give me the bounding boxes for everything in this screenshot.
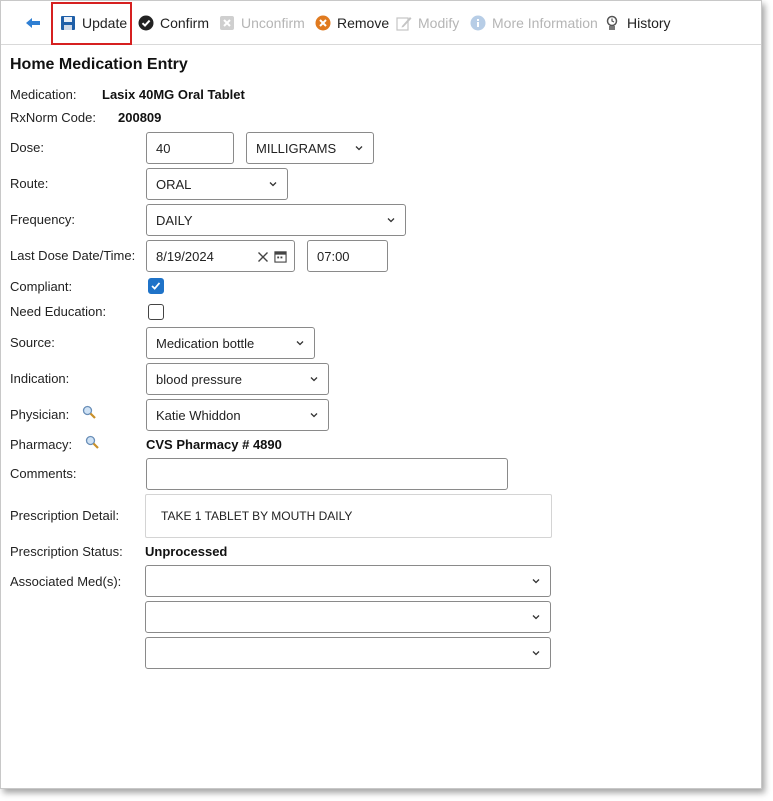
chevron-down-icon [310, 377, 318, 382]
calendar-icon[interactable] [274, 250, 287, 263]
chevron-down-icon [296, 341, 304, 346]
chevron-down-icon [269, 182, 277, 187]
chevron-down-icon [532, 579, 540, 584]
associated-med-select-2[interactable] [145, 601, 551, 633]
indication-value: blood pressure [156, 371, 242, 387]
back-arrow-icon [26, 18, 40, 28]
route-select[interactable]: ORAL [146, 168, 288, 200]
medication-label: Medication: [10, 87, 77, 102]
prescription-status-value: Unprocessed [145, 544, 228, 559]
checkmark-circle-icon [138, 15, 154, 31]
dose-input[interactable]: 40 [146, 132, 234, 164]
prescription-detail-label: Prescription Detail: [10, 508, 120, 523]
indication-label: Indication: [10, 371, 70, 386]
unconfirm-button[interactable]: Unconfirm [219, 1, 305, 45]
modify-button[interactable]: Modify [396, 1, 459, 45]
dose-value: 40 [156, 140, 171, 156]
comments-label: Comments: [10, 466, 77, 481]
frequency-value: DAILY [156, 212, 193, 228]
medication-value: Lasix 40MG Oral Tablet [102, 87, 245, 102]
need-education-checkbox[interactable] [148, 304, 164, 320]
last-dose-time-input[interactable]: 07:00 [307, 240, 388, 272]
physician-search-icon[interactable] [82, 405, 96, 419]
route-value: ORAL [156, 176, 192, 192]
source-label: Source: [10, 335, 55, 350]
chevron-down-icon [532, 651, 540, 656]
dose-label: Dose: [10, 140, 44, 155]
page-title: Home Medication Entry [10, 56, 188, 73]
compliant-checkbox[interactable] [148, 278, 164, 294]
compliant-label: Compliant: [10, 279, 73, 294]
modify-label: Modify [418, 15, 460, 31]
associated-med-select-3[interactable] [145, 637, 551, 669]
remove-label: Remove [337, 15, 390, 31]
unconfirm-label: Unconfirm [241, 15, 305, 31]
chevron-down-icon [532, 615, 540, 620]
last-dose-time-value: 07:00 [317, 248, 350, 264]
dose-unit-select[interactable]: MILLIGRAMS [246, 132, 374, 164]
toolbar: Update Confirm Unconfirm Remove Modify M… [1, 1, 761, 45]
checkmark-icon [151, 282, 161, 290]
prescription-detail-value: TAKE 1 TABLET BY MOUTH DAILY [161, 509, 353, 523]
need-education-label: Need Education: [10, 304, 107, 319]
physician-label: Physician: [10, 407, 70, 422]
history-label: History [627, 15, 671, 31]
physician-select[interactable]: Katie Whiddon [146, 399, 329, 431]
physician-value: Katie Whiddon [156, 407, 241, 423]
home-medication-window: Update Confirm Unconfirm Remove Modify M… [0, 0, 762, 789]
confirm-button[interactable]: Confirm [138, 1, 209, 45]
route-label: Route: [10, 176, 49, 191]
remove-x-circle-icon [315, 15, 331, 31]
info-icon [470, 15, 486, 31]
chevron-down-icon [355, 146, 363, 151]
chevron-down-icon [310, 413, 318, 418]
back-button[interactable] [25, 1, 41, 45]
pharmacy-search-icon[interactable] [85, 435, 99, 449]
chevron-down-icon [387, 218, 395, 223]
edit-pencil-icon [396, 17, 412, 31]
rxnorm-value: 200809 [118, 110, 162, 125]
source-select[interactable]: Medication bottle [146, 327, 315, 359]
pharmacy-label: Pharmacy: [10, 437, 73, 452]
remove-button[interactable]: Remove [315, 1, 389, 45]
update-highlight-box [51, 2, 132, 45]
clear-x-icon[interactable] [257, 251, 269, 263]
frequency-select[interactable]: DAILY [146, 204, 406, 236]
rxnorm-label: RxNorm Code: [10, 110, 96, 125]
last-dose-date-input[interactable]: 8/19/2024 [146, 240, 295, 272]
associated-meds-label: Associated Med(s): [10, 574, 122, 589]
history-button[interactable]: History [605, 1, 671, 45]
comments-input[interactable] [146, 458, 508, 490]
indication-select[interactable]: blood pressure [146, 363, 329, 395]
last-dose-date-value: 8/19/2024 [156, 248, 214, 264]
more-information-label: More Information [492, 15, 598, 31]
pharmacy-value: CVS Pharmacy # 4890 [146, 437, 282, 452]
unconfirm-icon [220, 16, 234, 30]
more-information-button[interactable]: More Information [470, 1, 598, 45]
associated-med-select-1[interactable] [145, 565, 551, 597]
dose-unit-value: MILLIGRAMS [256, 140, 337, 156]
prescription-detail-box: TAKE 1 TABLET BY MOUTH DAILY [145, 494, 552, 538]
frequency-label: Frequency: [10, 212, 76, 227]
confirm-label: Confirm [160, 15, 210, 31]
source-value: Medication bottle [156, 335, 255, 351]
prescription-status-label: Prescription Status: [10, 544, 123, 559]
history-icon [606, 15, 618, 30]
last-dose-label: Last Dose Date/Time: [10, 248, 136, 263]
